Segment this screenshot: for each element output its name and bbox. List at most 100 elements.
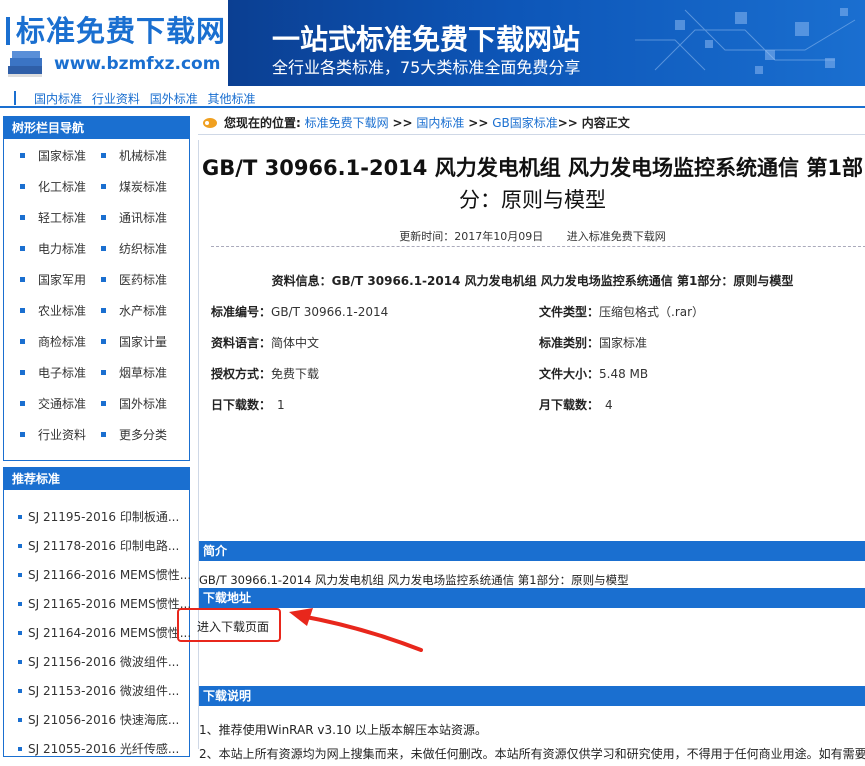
bullet-icon [101,308,106,313]
recommended-item[interactable]: SJ 21164-2016 MEMS惯性... [18,624,191,641]
category-label: 电子标准 [38,366,87,380]
logo-url: www.bzmfxz.com [54,54,221,74]
category-link[interactable]: 水产标准 [101,302,167,319]
category-link[interactable]: 国家计量 [101,333,167,350]
bullet-icon [20,370,25,375]
category-link[interactable]: 机械标准 [101,147,167,164]
category-link[interactable]: 电子标准 [20,364,86,381]
category-link[interactable]: 纺织标准 [101,240,167,257]
category-link[interactable]: 烟草标准 [101,364,167,381]
category-nav-panel: 树形栏目导航 国家标准 机械标准 化工标准 煤炭标准 轻工标准 通讯标准 电力标准 纺织标准国… [3,116,190,461]
category-label: 商检标准 [38,335,87,349]
breadcrumb-separator: >> [392,116,413,130]
category-label: 水产标准 [119,304,168,318]
category-label: 行业资料 [38,428,87,442]
bullet-icon [20,308,25,313]
recommended-item[interactable]: SJ 21195-2016 印制板通... [18,508,179,525]
bullet-icon [20,153,25,158]
category-label: 电力标准 [38,242,87,256]
nav-link-foreign[interactable]: 国外标准 [150,92,198,106]
category-link[interactable]: 国家军用 [20,271,86,288]
site-header: 标准免费下载网 www.bzmfxz.com 一站式标准免费下载网站 全行业各类… [0,0,865,86]
recommended-label: SJ 21166-2016 MEMS惯性... [28,568,192,582]
bullet-icon [101,277,106,282]
bullet-icon [18,718,22,722]
bullet-icon [20,339,25,344]
category-label: 烟草标准 [119,366,168,380]
recommended-label: SJ 21153-2016 微波组件... [28,684,180,698]
category-link[interactable]: 化工标准 [20,178,86,195]
download-notes: 1、推荐使用WinRAR v3.10 以上版本解压本站资源。 2、本站上所有资源… [199,718,865,766]
breadcrumb-gb[interactable]: GB国家标准 [492,116,558,130]
red-arrow-icon [289,608,423,652]
recommended-item[interactable]: SJ 21153-2016 微波组件... [18,682,179,699]
nav-link-domestic[interactable]: 国内标准 [34,92,82,106]
recommended-label: SJ 21055-2016 光纤传感... [28,742,180,756]
nav-link-industry[interactable]: 行业资料 [92,92,140,106]
banner-subtitle: 全行业各类标准，75大类标准全面免费分享 [272,58,581,77]
bullet-icon [20,432,25,437]
recommended-item[interactable]: SJ 21056-2016 快速海底... [18,711,179,728]
info-title: 资料信息：GB/T 30966.1-2014 风力发电机组 风力发电场监控系统通… [271,274,794,288]
bullet-icon [18,544,22,548]
update-time: 更新时间：2017年10月09日 [399,230,544,243]
category-link[interactable]: 交通标准 [20,395,86,412]
recommended-item[interactable]: SJ 21156-2016 微波组件... [18,653,179,670]
breadcrumb-home[interactable]: 标准免费下载网 [305,116,389,130]
note-item: 2、本站上所有资源均为网上搜集而来，未做任何删改。本站所有资源仅供学习和研究使用… [199,747,865,761]
recommended-item[interactable]: SJ 21166-2016 MEMS惯性... [18,566,191,583]
category-label: 医药标准 [119,273,168,287]
category-link[interactable]: 轻工标准 [20,209,86,226]
nav-link-other[interactable]: 其他标准 [208,92,256,106]
category-link[interactable]: 行业资料 [20,426,86,443]
breadcrumb-separator: >> [557,116,578,130]
category-label: 国家标准 [38,149,87,163]
enter-site-link[interactable]: 进入标准免费下载网 [567,230,666,243]
category-link[interactable]: 通讯标准 [101,209,167,226]
category-link[interactable]: 更多分类 [101,426,167,443]
category-link[interactable]: 电力标准 [20,240,86,257]
recommended-label: SJ 21195-2016 印制板通... [28,510,180,524]
category-label: 通讯标准 [119,211,168,225]
note-item: 1、推荐使用WinRAR v3.10 以上版本解压本站资源。 [199,723,488,737]
books-icon [8,51,42,77]
recommended-panel: 推荐标准 SJ 21195-2016 印制板通... SJ 21178-2016 … [3,467,191,757]
recommended-item[interactable]: SJ 21178-2016 印制电路... [18,537,179,554]
category-link[interactable]: 商检标准 [20,333,86,350]
site-logo[interactable]: 标准免费下载网 www.bzmfxz.com [0,0,228,86]
category-label: 化工标准 [38,180,87,194]
bullet-icon [101,370,106,375]
page-title-line2: 分：原则与模型 [459,188,606,212]
category-label: 国家军用 [38,273,87,287]
bullet-icon [20,277,25,282]
field-language: 资料语言：简体中文 [211,336,320,350]
category-label: 纺织标准 [119,242,168,256]
bullet-icon [101,401,106,406]
bullet-icon [101,184,106,189]
category-link[interactable]: 医药标准 [101,271,167,288]
recommended-title: 推荐标准 [4,468,189,490]
location-icon [203,118,217,128]
breadcrumb-domestic[interactable]: 国内标准 [416,116,464,130]
download-page-link[interactable]: 进入下载页面 [197,618,269,635]
header-banner: 一站式标准免费下载网站 全行业各类标准，75大类标准全面免费分享 [228,0,865,86]
category-link[interactable]: 煤炭标准 [101,178,167,195]
meta-line: 更新时间：2017年10月09日 进入标准免费下载网 [199,228,865,244]
circuit-decoration-icon [635,8,856,74]
recommended-item[interactable]: SJ 21165-2016 MEMS惯性... [18,595,191,612]
breadcrumb-prefix: 您现在的位置: [224,116,301,130]
category-link[interactable]: 农业标准 [20,302,86,319]
field-size: 文件大小：5.48 MB [539,367,649,381]
category-label: 国外标准 [119,397,168,411]
bullet-icon [18,689,22,693]
category-link[interactable]: 国家标准 [20,147,86,164]
breadcrumb: 您现在的位置: 标准免费下载网 >> 国内标准 >> GB国家标准>> 内容正文 [198,113,865,135]
category-link[interactable]: 国外标准 [101,395,167,412]
notes-heading: 下载说明 [199,686,865,706]
bullet-icon [101,339,106,344]
field-monthly-downloads: 月下载数： 4 [539,398,613,412]
page-title-line1: GB/T 30966.1-2014 风力发电机组 风力发电场监控系统通信 第1部 [202,156,863,180]
category-label: 交通标准 [38,397,87,411]
field-daily-downloads: 日下载数： 1 [211,398,285,412]
bullet-icon [18,631,22,635]
